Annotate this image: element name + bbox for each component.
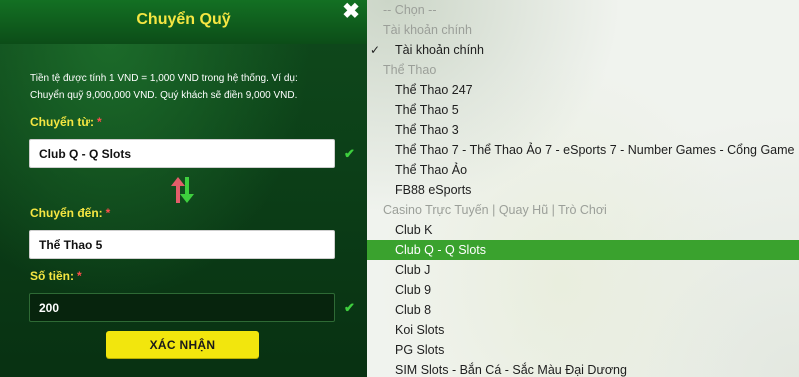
swap-down-arrow [180, 177, 194, 203]
dropdown-placeholder: -- Chọn -- [367, 0, 799, 20]
required-mark: * [77, 269, 82, 283]
confirm-button[interactable]: XÁC NHẬN [106, 331, 259, 358]
group-label: Thể Thao [383, 63, 437, 77]
from-label-text: Chuyển từ: [30, 115, 95, 129]
amount-label: Số tiền: * [30, 269, 82, 283]
to-label-text: Chuyển đến: [30, 206, 103, 220]
option-label: Thể Thao 5 [395, 103, 459, 117]
from-label: Chuyển từ: * [30, 115, 102, 129]
dropdown-option[interactable]: Thể Thao 7 - Thể Thao Ảo 7 - eSports 7 -… [367, 140, 799, 160]
dropdown-group-header: Casino Trực Tuyến | Quay Hũ | Trò Chơi [367, 200, 799, 220]
dropdown-placeholder-label: -- Chọn -- [383, 3, 437, 17]
info-line-1: Tiền tệ được tính 1 VND = 1,000 VND tron… [30, 73, 298, 84]
option-label: Club J [395, 263, 431, 277]
close-icon[interactable]: ✖ [341, 1, 361, 23]
option-label: Thể Thao 247 [395, 83, 473, 97]
dropdown-option[interactable]: Thể Thao 3 [367, 120, 799, 140]
dropdown-group-header: Tài khoản chính [367, 20, 799, 40]
option-label: Club K [395, 223, 433, 237]
to-label: Chuyển đến: * [30, 206, 110, 220]
dropdown-option[interactable]: Koi Slots [367, 320, 799, 340]
group-label: Tài khoản chính [383, 23, 472, 37]
dropdown-option[interactable]: SIM Slots - Bắn Cá - Sắc Màu Đại Dương [367, 360, 799, 377]
swap-arrows-icon[interactable] [170, 176, 196, 204]
from-checkmark-icon: ✔ [344, 146, 355, 161]
info-line-2: Chuyển quỹ 9,000,000 VND. Quý khách sẽ đ… [30, 90, 298, 101]
modal-title: Chuyển Quỹ [136, 11, 231, 28]
option-label: Club 9 [395, 283, 432, 297]
required-mark: * [97, 115, 102, 129]
dropdown-option[interactable]: Club Q - Q Slots [367, 240, 799, 260]
from-select[interactable]: Club Q - Q Slots [29, 139, 335, 168]
amount-input[interactable]: 200 [29, 293, 335, 322]
amount-label-text: Số tiền: [30, 269, 74, 283]
info-text: Tiền tệ được tính 1 VND = 1,000 VND tron… [30, 70, 330, 104]
option-label: Thể Thao 7 - Thể Thao Ảo 7 - eSports 7 -… [395, 143, 795, 157]
amount-checkmark-icon: ✔ [344, 300, 355, 315]
dropdown-option[interactable]: Thể Thao Ảo [367, 160, 799, 180]
option-label: Club 8 [395, 303, 432, 317]
option-label: Thể Thao Ảo [395, 163, 468, 177]
dropdown-group-header: Thể Thao [367, 60, 799, 80]
option-label: PG Slots [395, 343, 445, 357]
dropdown-option[interactable]: Club J [367, 260, 799, 280]
from-select-value: Club Q - Q Slots [39, 146, 131, 161]
dropdown-option[interactable]: Thể Thao 247 [367, 80, 799, 100]
transfer-modal: Chuyển Quỹ ✖ Tiền tệ được tính 1 VND = 1… [0, 0, 367, 377]
option-label: FB88 eSports [395, 183, 472, 197]
group-label: Casino Trực Tuyến | Quay Hũ | Trò Chơi [383, 203, 607, 217]
dropdown-option[interactable]: Club 8 [367, 300, 799, 320]
option-label: SIM Slots - Bắn Cá - Sắc Màu Đại Dương [395, 363, 627, 377]
account-dropdown-list[interactable]: -- Chọn -- Tài khoản chính ✓ Tài khoản chí… [367, 0, 799, 377]
option-label: Koi Slots [395, 323, 445, 337]
dropdown-option[interactable]: FB88 eSports [367, 180, 799, 200]
to-select-value: Thể Thao 5 [39, 237, 103, 252]
swap-up-arrow [171, 177, 185, 203]
option-label: Thể Thao 3 [395, 123, 459, 137]
dropdown-option[interactable]: ✓ Tài khoản chính [367, 40, 799, 60]
amount-input-value: 200 [39, 300, 60, 315]
dropdown-option[interactable]: Club 9 [367, 280, 799, 300]
option-label: Tài khoản chính [395, 43, 484, 57]
dropdown-option[interactable]: PG Slots [367, 340, 799, 360]
option-label: Club Q - Q Slots [395, 243, 486, 257]
to-select[interactable]: Thể Thao 5 [29, 230, 335, 259]
dropdown-option[interactable]: Club K [367, 220, 799, 240]
dropdown-option[interactable]: Thể Thao 5 [367, 100, 799, 120]
checkmark-icon: ✓ [370, 43, 381, 57]
required-mark: * [105, 206, 111, 220]
